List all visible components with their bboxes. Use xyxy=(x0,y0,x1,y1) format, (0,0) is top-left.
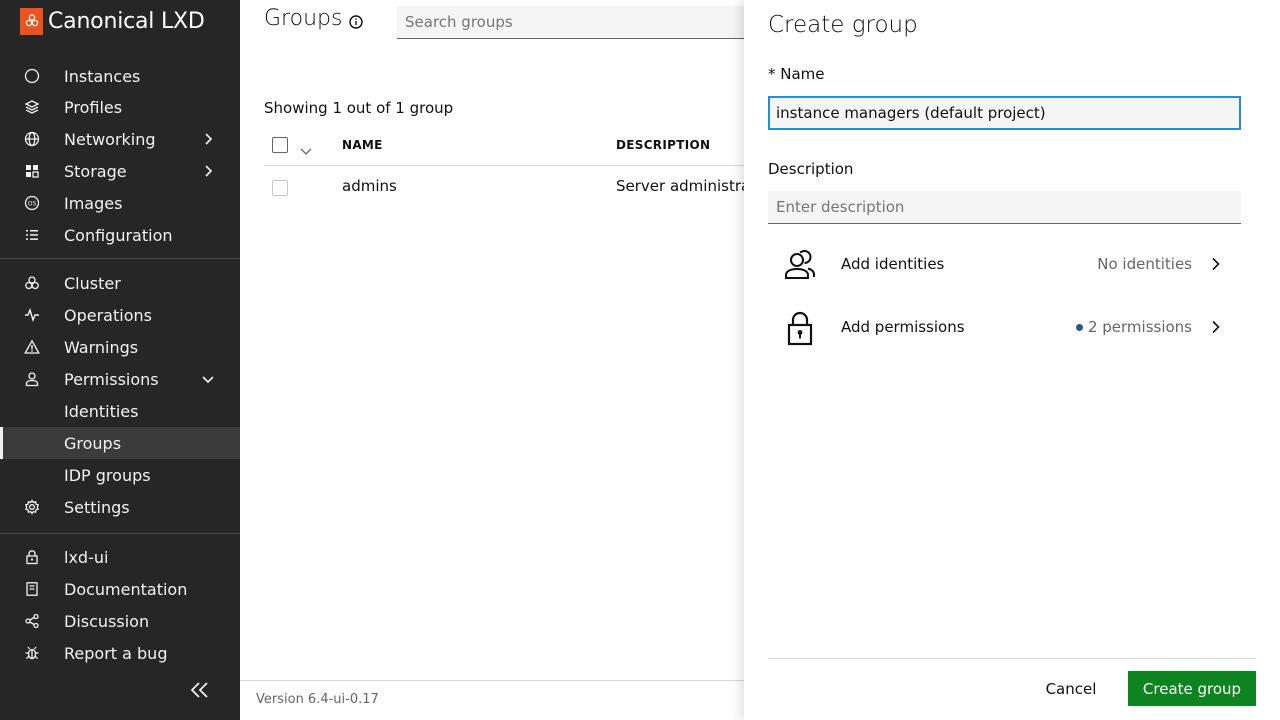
images-icon: OS xyxy=(24,195,40,211)
sidebar-item-instances[interactable]: Instances xyxy=(0,60,240,92)
warning-icon xyxy=(24,339,40,355)
sidebar-item-identities[interactable]: Identities xyxy=(0,395,240,427)
column-header-description[interactable]: DESCRIPTION xyxy=(616,138,710,152)
sidebar-item-label: Profiles xyxy=(64,97,123,117)
modified-dot-icon xyxy=(1075,323,1083,331)
chevron-right-icon xyxy=(1208,256,1224,272)
sidebar-item-report-bug[interactable]: Report a bug xyxy=(0,637,240,669)
group-name-cell[interactable]: admins xyxy=(342,177,397,195)
page-title: Groups xyxy=(264,6,343,31)
sidebar-item-label: Discussion xyxy=(64,611,150,631)
chevron-down-icon xyxy=(200,371,216,387)
sidebar-item-label: Warnings xyxy=(64,337,139,357)
identities-status: No identities xyxy=(1097,255,1192,273)
select-all-checkbox[interactable] xyxy=(272,137,288,153)
storage-icon xyxy=(24,163,40,179)
name-label: * Name xyxy=(768,65,825,83)
create-group-panel: Create group * Name Description Add iden… xyxy=(744,0,1280,720)
lock-icon xyxy=(24,549,40,565)
sidebar-item-label: Documentation xyxy=(64,579,188,599)
sidebar-item-label: Networking xyxy=(64,129,156,149)
networking-icon xyxy=(24,131,40,147)
info-icon[interactable] xyxy=(349,14,363,29)
lock-icon xyxy=(782,310,818,346)
create-group-button[interactable]: Create group xyxy=(1128,671,1256,706)
collapse-sidebar-icon[interactable] xyxy=(188,680,212,700)
chevron-right-icon xyxy=(200,163,216,179)
chevron-right-icon xyxy=(200,131,216,147)
sidebar-item-cluster[interactable]: Cluster xyxy=(0,267,240,299)
sidebar-divider xyxy=(0,258,240,259)
sidebar-item-label: Instances xyxy=(64,66,141,86)
sidebar-item-label: Images xyxy=(64,193,123,213)
sidebar-item-label: Operations xyxy=(64,305,152,325)
identities-status-text: No identities xyxy=(1097,255,1192,273)
sidebar-item-operations[interactable]: Operations xyxy=(0,299,240,331)
sidebar-item-label: Permissions xyxy=(64,369,159,389)
column-header-name[interactable]: NAME xyxy=(342,138,383,152)
add-permissions-row[interactable]: Add permissions 2 permissions xyxy=(768,305,1241,353)
gear-icon xyxy=(24,499,40,515)
sidebar-item-label: Storage xyxy=(64,161,127,181)
users-icon xyxy=(782,247,818,283)
chevron-down-icon[interactable] xyxy=(300,141,312,155)
sidebar-item-storage[interactable]: Storage xyxy=(0,155,240,187)
sidebar-item-permissions[interactable]: Permissions xyxy=(0,363,240,395)
sidebar-item-warnings[interactable]: Warnings xyxy=(0,331,240,363)
sidebar-item-label: Groups xyxy=(64,433,122,453)
share-icon xyxy=(24,613,40,629)
sidebar-item-label: Configuration xyxy=(64,225,173,245)
group-description-cell: Server administrat xyxy=(616,177,757,195)
sidebar-item-label: Report a bug xyxy=(64,643,168,663)
sidebar: Canonical LXD Instances Profiles Network… xyxy=(0,0,240,720)
chevron-right-icon xyxy=(1208,319,1224,335)
sidebar-item-configuration[interactable]: Configuration xyxy=(0,219,240,251)
sidebar-item-settings[interactable]: Settings xyxy=(0,491,240,523)
panel-footer-divider xyxy=(768,658,1256,659)
version-label: Version 6.4-ui-0.17 xyxy=(256,692,379,707)
bug-icon xyxy=(24,645,40,661)
sidebar-item-label: Settings xyxy=(64,497,130,517)
profiles-icon xyxy=(24,99,40,115)
sidebar-item-lxd-ui[interactable]: lxd-ui xyxy=(0,541,240,573)
footer-divider xyxy=(240,680,744,681)
sidebar-divider xyxy=(0,533,240,534)
search-input[interactable] xyxy=(397,6,744,39)
sidebar-item-idp-groups[interactable]: IDP groups xyxy=(0,459,240,491)
description-input[interactable] xyxy=(768,191,1241,224)
sidebar-item-discussion[interactable]: Discussion xyxy=(0,605,240,637)
cancel-button[interactable]: Cancel xyxy=(1032,672,1110,706)
sidebar-item-label: Identities xyxy=(64,401,139,421)
permissions-status-text: 2 permissions xyxy=(1087,318,1192,336)
document-icon xyxy=(24,581,40,597)
sidebar-item-label: IDP groups xyxy=(64,465,151,485)
sidebar-item-networking[interactable]: Networking xyxy=(0,123,240,155)
add-identities-label: Add identities xyxy=(841,255,945,273)
operations-icon xyxy=(24,307,40,323)
cluster-icon xyxy=(24,275,40,291)
user-icon xyxy=(24,371,40,387)
lxd-logo-icon xyxy=(20,7,43,35)
sidebar-item-documentation[interactable]: Documentation xyxy=(0,573,240,605)
brand[interactable]: Canonical LXD xyxy=(20,6,205,36)
sidebar-item-label: Cluster xyxy=(64,273,121,293)
brand-name: Canonical LXD xyxy=(48,8,205,34)
sidebar-item-groups[interactable]: Groups xyxy=(0,427,240,459)
group-name-input[interactable] xyxy=(768,96,1241,130)
description-label: Description xyxy=(768,160,854,178)
table-header-divider xyxy=(264,165,744,166)
panel-title: Create group xyxy=(768,12,918,38)
add-permissions-label: Add permissions xyxy=(841,318,965,336)
instances-icon xyxy=(24,68,40,84)
svg-text:OS: OS xyxy=(28,200,37,207)
configuration-icon xyxy=(24,227,40,243)
main-content: Groups Showing 1 out of 1 group NAME DES… xyxy=(240,0,756,720)
results-count: Showing 1 out of 1 group xyxy=(264,99,454,117)
add-identities-row[interactable]: Add identities No identities xyxy=(768,242,1241,290)
sidebar-item-label: lxd-ui xyxy=(64,547,109,567)
sidebar-item-profiles[interactable]: Profiles xyxy=(0,91,240,123)
row-checkbox[interactable] xyxy=(272,180,288,196)
sidebar-item-images[interactable]: OS Images xyxy=(0,187,240,219)
permissions-status: 2 permissions xyxy=(1075,318,1192,336)
